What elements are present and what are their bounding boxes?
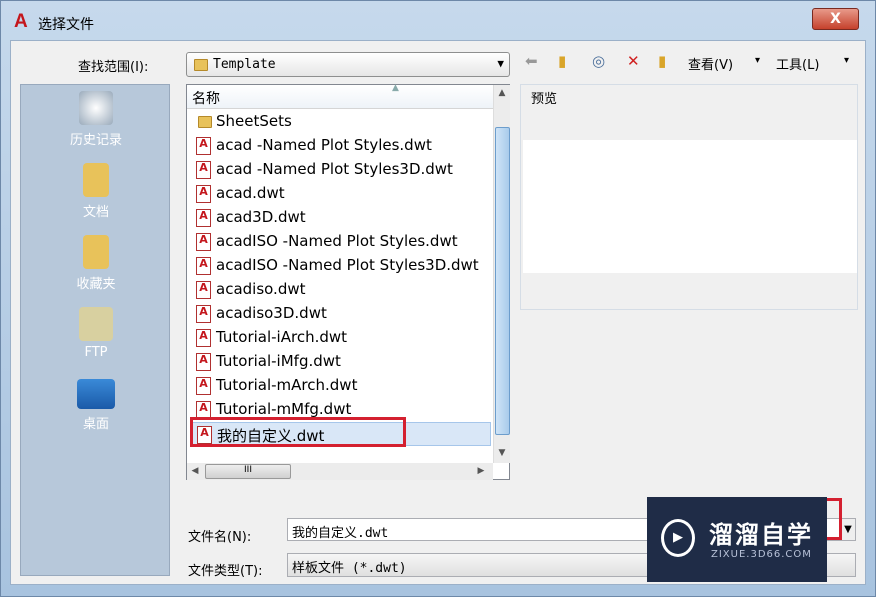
places-bar: 历史记录 文档 收藏夹 FTP 桌面 [20,84,170,576]
file-name: acad -Named Plot Styles.dwt [216,136,432,154]
file-name: SheetSets [216,112,292,130]
vertical-scrollbar[interactable]: ▲ ▼ [493,85,510,463]
file-name: acadISO -Named Plot Styles3D.dwt [216,256,479,274]
file-item[interactable]: Aacad3D.dwt [191,206,491,230]
place-desktop[interactable]: 桌面 [21,379,171,432]
file-name: acadiso.dwt [216,280,306,298]
scroll-up-icon[interactable]: ▲ [494,88,510,98]
file-name: acad -Named Plot Styles3D.dwt [216,160,453,178]
autocad-logo-icon: A [14,11,28,32]
file-item[interactable]: A Tutorial-iMfg.dwt [191,350,491,374]
file-name: Tutorial-mArch.dwt [216,376,358,394]
file-name: acadiso3D.dwt [216,304,327,322]
place-label: FTP [84,345,108,360]
dwt-file-icon: A [196,353,211,371]
place-favorites[interactable]: 收藏夹 [21,235,171,292]
scroll-left-icon[interactable]: ◀ [187,466,203,476]
filename-dropdown-icon[interactable]: ▼ [840,518,856,541]
file-item[interactable]: Aacad.dwt [191,182,491,206]
place-label: 文档 [82,205,109,220]
window-title: 选择文件 [38,17,94,33]
search-web-icon[interactable]: ◎ [592,52,605,70]
tools-menu[interactable]: 工具(L) [776,54,819,73]
new-folder-icon[interactable]: ▮ [658,52,666,70]
dwt-file-icon: A [196,377,211,395]
title-bar: A 选择文件 X [0,0,876,40]
view-menu[interactable]: 查看(V) [688,54,733,73]
file-name: Tutorial-iMfg.dwt [216,352,341,370]
dwt-file-icon: A [196,257,211,275]
scroll-right-icon[interactable]: ▶ [473,466,489,476]
file-name: acad3D.dwt [216,208,306,226]
dwt-file-icon: A [196,233,211,251]
file-item[interactable]: AacadISO -Named Plot Styles.dwt [191,230,491,254]
watermark: ▶ 溜溜自学 ZIXUE.3D66.COM [647,497,827,582]
file-name: Tutorial-iArch.dwt [216,328,348,346]
dwt-file-icon: A [196,161,211,179]
file-item[interactable]: Aacadiso3D.dwt [191,302,491,326]
place-label: 桌面 [82,417,109,432]
close-button[interactable]: X [812,8,859,30]
sort-ascending-icon: ▲ [392,83,399,93]
lookin-value: Template [213,57,276,72]
dwt-file-icon: A [196,305,211,323]
file-name: acadISO -Named Plot Styles.dwt [216,232,458,250]
folder-icon [194,59,208,71]
filetype-label: 文件类型(T): [188,564,263,579]
dwt-file-icon: A [196,329,211,347]
preview-label: 预览 [531,92,558,107]
column-header-name[interactable]: 名称 ▲ [187,83,493,109]
file-item[interactable]: AacadISO -Named Plot Styles3D.dwt [191,254,491,278]
place-label: 历史记录 [69,133,122,148]
preview-area [523,140,857,273]
delete-icon[interactable]: ✕ [627,52,640,70]
up-folder-icon[interactable]: ▮ [558,52,566,70]
desktop-icon [77,379,115,409]
dwt-file-icon: A [196,209,211,227]
dwt-file-icon: A [196,137,211,155]
history-icon [79,91,113,125]
preview-panel: 预览 [520,84,858,310]
place-ftp[interactable]: FTP [21,307,171,360]
highlight-box [190,417,406,447]
folder-icon [198,116,212,128]
place-history[interactable]: 历史记录 [21,91,171,148]
ftp-icon [79,307,113,341]
lookin-combo[interactable]: Template ▼ [186,52,510,77]
scroll-down-icon[interactable]: ▼ [494,448,510,458]
tools-dropdown-icon[interactable]: ▾ [844,55,849,66]
place-label: 收藏夹 [76,277,116,292]
file-item[interactable]: A Tutorial-mArch.dwt [191,374,491,398]
filename-label: 文件名(N): [188,530,252,545]
horizontal-scrollbar[interactable]: ◀ III ▶ [187,463,493,480]
file-name: acad.dwt [216,184,285,202]
file-item[interactable]: Aacad -Named Plot Styles.dwt [191,134,491,158]
chevron-down-icon: ▼ [497,57,504,70]
file-item[interactable]: A Tutorial-iArch.dwt [191,326,491,350]
view-dropdown-icon[interactable]: ▾ [755,55,760,66]
file-item[interactable]: Aacad -Named Plot Styles3D.dwt [191,158,491,182]
favorites-folder-icon [83,235,109,269]
file-name: Tutorial-mMfg.dwt [216,400,352,418]
watermark-brand: 溜溜自学 [709,521,813,549]
lookin-label: 查找范围(I): [78,60,149,75]
folder-item[interactable]: SheetSets [191,110,491,134]
horizontal-scroll-thumb[interactable]: III [205,464,291,479]
dwt-file-icon: A [196,281,211,299]
highlight-box [826,498,842,540]
watermark-url: ZIXUE.3D66.COM [711,549,812,560]
place-documents[interactable]: 文档 [21,163,171,220]
file-item[interactable]: Aacadiso.dwt [191,278,491,302]
column-header-label: 名称 [192,91,220,107]
documents-folder-icon [83,163,109,197]
dwt-file-icon: A [196,185,211,203]
play-logo-icon: ▶ [661,519,695,557]
back-icon[interactable]: ⬅ [525,52,538,70]
scroll-thumb[interactable] [495,127,510,435]
